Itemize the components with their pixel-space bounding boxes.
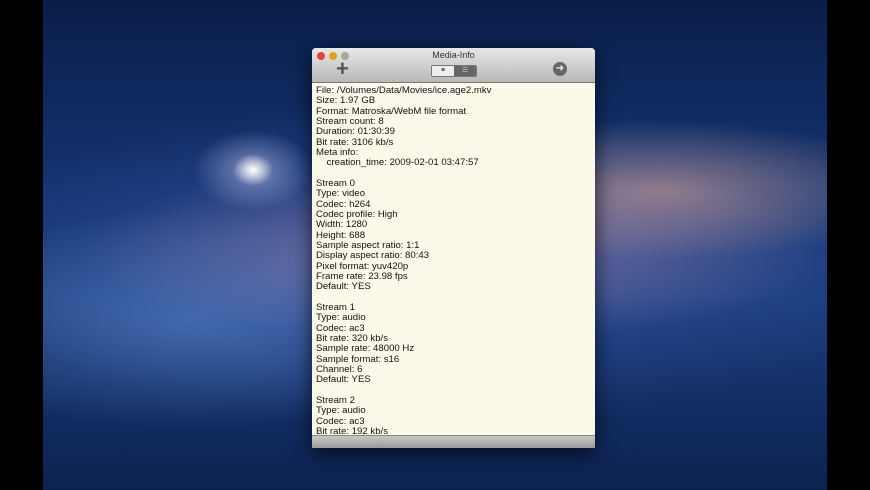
info-line xyxy=(316,293,591,303)
arrow-right-circle-icon[interactable]: ➜ xyxy=(553,62,567,76)
info-line: creation_time: 2009-02-01 03:47:57 xyxy=(316,157,479,169)
info-line: Sample rate: 48000 Hz xyxy=(316,343,415,355)
toolbar: Media-Info + ≡ ☰ ➜ xyxy=(312,48,595,83)
info-line xyxy=(316,169,591,179)
info-line: Type: audio xyxy=(316,312,366,324)
media-info-window: Media-Info + ≡ ☰ ➜ File: /Volumes/Data/M… xyxy=(312,48,595,448)
info-line xyxy=(316,386,591,396)
info-line: Default: YES xyxy=(316,281,371,293)
plus-icon[interactable]: + xyxy=(336,58,349,80)
text-view-icon[interactable]: ≡ xyxy=(432,66,454,76)
list-view-icon[interactable]: ☰ xyxy=(454,66,476,76)
info-line: Type: audio xyxy=(316,405,366,417)
media-info-text[interactable]: File: /Volumes/Data/Movies/ice.age2.mkv S… xyxy=(312,83,595,439)
info-line: Default: YES xyxy=(316,374,371,386)
window-title: Media-Info xyxy=(432,50,475,60)
bottom-bar xyxy=(312,435,595,448)
view-mode-segmented-control[interactable]: ≡ ☰ xyxy=(431,65,477,77)
